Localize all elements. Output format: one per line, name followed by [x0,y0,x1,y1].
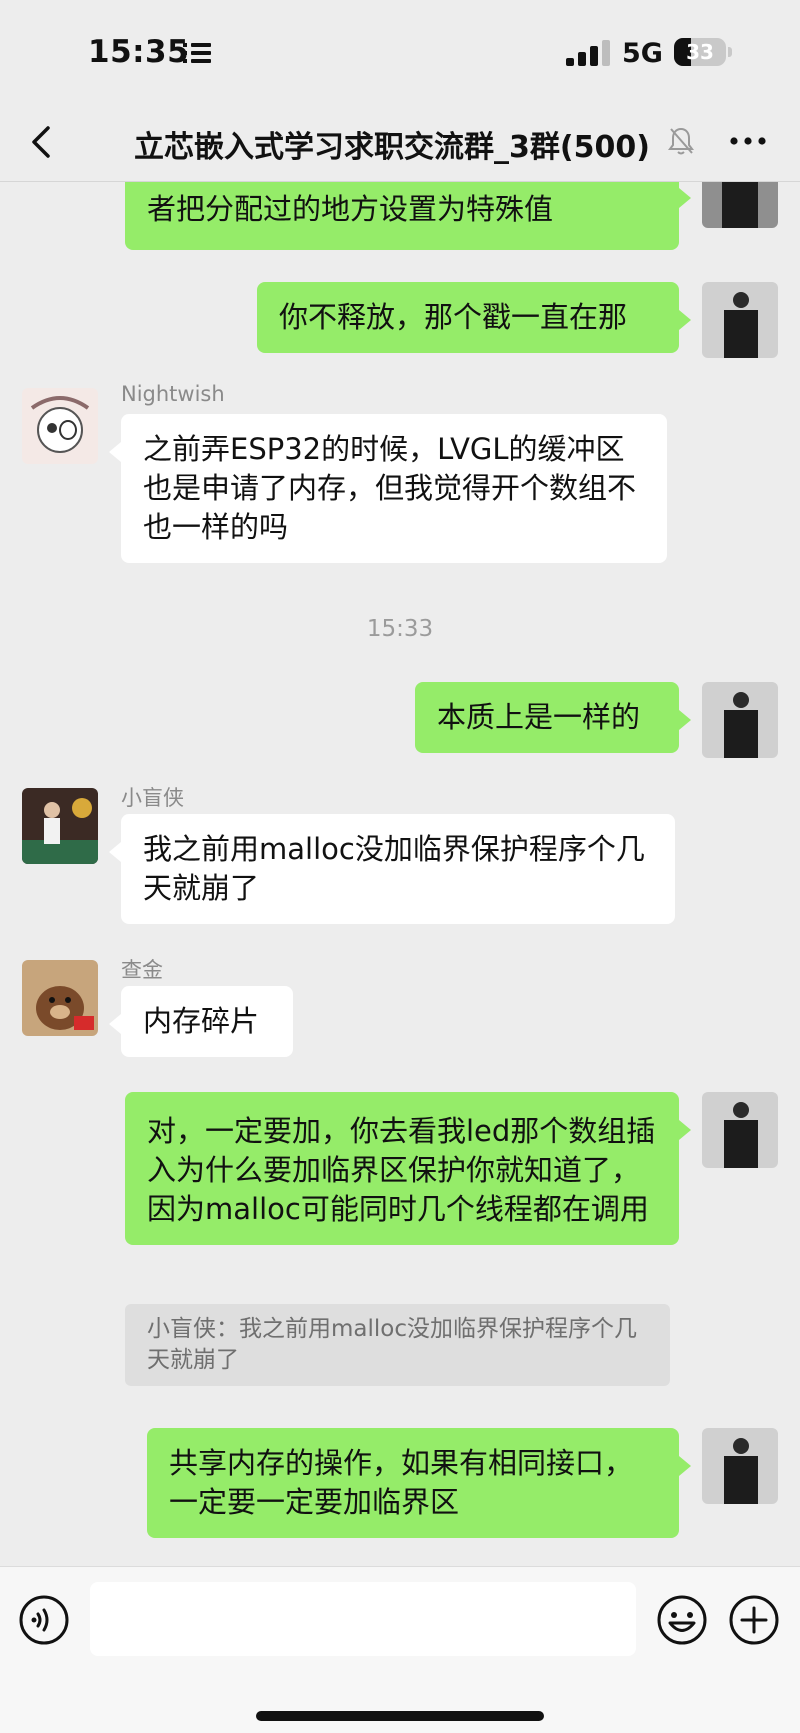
voice-icon[interactable] [18,1594,70,1646]
input-bar [0,1566,800,1733]
list-icon [183,43,211,63]
avatar-self[interactable] [702,1428,778,1504]
message-list[interactable]: 者把分配过的地方设置为特殊值 你不释放，那个戳一直在那 Nightwish 之前… [0,182,800,1566]
more-dots-icon[interactable] [728,121,768,161]
message-bubble-outgoing[interactable]: 对，一定要加，你去看我led那个数组插入为什么要加临界区保护你就知道了，因为ma… [125,1092,691,1245]
message-bubble-outgoing[interactable]: 共享内存的操作，如果有相同接口，一定要一定要加临界区 [147,1428,691,1538]
avatar-self[interactable] [702,682,778,758]
network-type: 5G [622,38,663,69]
message-bubble-incoming[interactable]: 内存碎片 [109,986,293,1057]
mute-bell-icon [668,127,694,155]
message-bubble-outgoing[interactable]: 你不释放，那个戳一直在那 [257,282,691,353]
emoji-icon[interactable] [656,1594,708,1646]
message-text: 你不释放，那个戳一直在那 [279,300,628,334]
message-bubble-incoming[interactable]: 我之前用malloc没加临界保护程序个几天就崩了 [109,814,675,924]
back-arrow-icon[interactable] [26,122,58,162]
message-text: 我之前用malloc没加临界保护程序个几天就崩了 [143,832,645,905]
chat-title: 立芯嵌入式学习求职交流群_3群(500) [134,130,650,165]
plus-icon[interactable] [728,1594,780,1646]
chat-header: 立芯嵌入式学习求职交流群_3群(500) [0,100,800,182]
avatar-self[interactable] [702,182,778,228]
timestamp: 15:33 [366,616,434,642]
sender-name: 查金 [121,958,163,982]
status-time: 15:35 [88,34,190,70]
message-text: 者把分配过的地方设置为特殊值 [147,192,554,226]
sender-name: Nightwish [121,382,225,406]
sender-name: 小盲侠 [121,786,184,810]
home-indicator[interactable] [256,1711,544,1721]
message-bubble-outgoing[interactable]: 本质上是一样的 [415,682,691,753]
message-bubble-outgoing[interactable]: 者把分配过的地方设置为特殊值 [125,182,691,250]
message-text: 之前弄ESP32的时候，LVGL的缓冲区也是申请了内存，但我觉得开个数组不也一样… [143,432,637,544]
message-text: 本质上是一样的 [437,700,641,734]
avatar-self[interactable] [702,1092,778,1168]
avatar-chajin[interactable] [22,960,98,1036]
battery-icon: 33 [674,38,726,66]
status-bar: 15:35 5G 33 [0,0,800,100]
battery-percent: 33 [686,40,714,64]
avatar-xiaomangxia[interactable] [22,788,98,864]
message-input[interactable] [90,1582,636,1656]
message-bubble-incoming[interactable]: 之前弄ESP32的时候，LVGL的缓冲区也是申请了内存，但我觉得开个数组不也一样… [109,414,667,563]
battery-nub [728,47,732,57]
signal-icon [566,40,610,66]
message-text: 对，一定要加，你去看我led那个数组插入为什么要加临界区保护你就知道了，因为ma… [147,1114,656,1226]
message-text: 内存碎片 [143,1004,260,1038]
quote-text: 小盲侠：我之前用malloc没加临界保护程序个几天就崩了 [147,1316,637,1373]
message-text: 共享内存的操作，如果有相同接口，一定要一定要加临界区 [169,1446,634,1519]
avatar-self[interactable] [702,282,778,358]
quoted-message[interactable]: 小盲侠：我之前用malloc没加临界保护程序个几天就崩了 [125,1304,670,1386]
avatar-nightwish[interactable] [22,388,98,464]
